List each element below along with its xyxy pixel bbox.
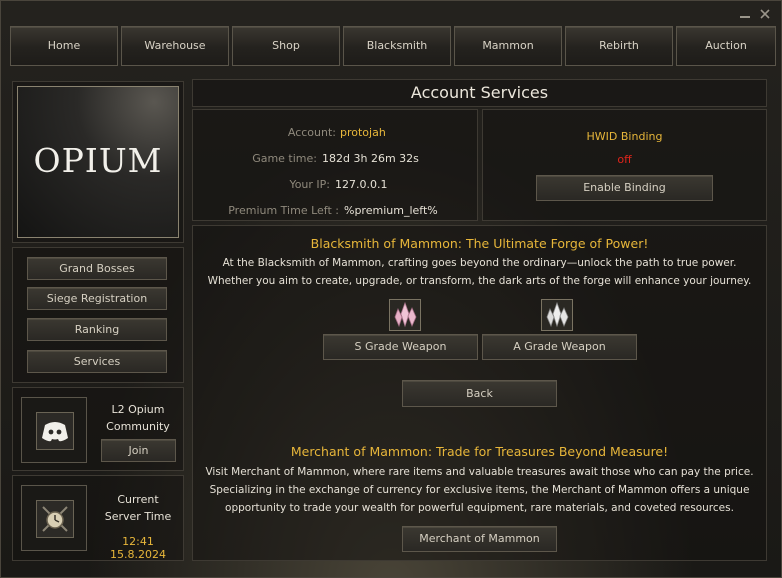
top-nav: Home Warehouse Shop Blacksmith Mammon Re…: [10, 26, 776, 66]
crystal-white-icon: [541, 299, 573, 331]
back-button[interactable]: Back: [402, 380, 557, 407]
community-title: L2 Opium: [111, 403, 165, 416]
account-label: Account:: [287, 126, 336, 139]
server-time-panel: Current Server Time 12:41 15.8.2024: [12, 475, 184, 561]
ranking-button[interactable]: Ranking: [27, 318, 167, 341]
server-time-subtitle: Server Time: [104, 510, 172, 523]
hwid-panel: HWID Binding off Enable Binding: [482, 109, 767, 221]
clock-frame: [21, 485, 87, 551]
hwid-status: off: [617, 153, 632, 166]
hwid-title: HWID Binding: [586, 130, 663, 143]
logo: OPIUM: [17, 86, 179, 238]
account-value: protojah: [340, 126, 386, 139]
server-time-title: Current: [117, 493, 159, 506]
grand-bosses-button[interactable]: Grand Bosses: [27, 257, 167, 280]
nav-blacksmith[interactable]: Blacksmith: [343, 26, 451, 66]
nav-warehouse[interactable]: Warehouse: [121, 26, 229, 66]
discord-frame: [21, 397, 87, 463]
nav-rebirth[interactable]: Rebirth: [565, 26, 673, 66]
premium-value: %premium_left%: [344, 204, 438, 217]
close-icon[interactable]: [758, 7, 772, 21]
nav-shop[interactable]: Shop: [232, 26, 340, 66]
logo-text: OPIUM: [33, 141, 163, 180]
community-subtitle: Community: [106, 420, 170, 433]
join-button[interactable]: Join: [101, 439, 176, 462]
merchant-of-mammon-button[interactable]: Merchant of Mammon: [402, 526, 557, 552]
account-info: Account: protojah Game time: 182d 3h 26m…: [193, 120, 477, 224]
blacksmith-heading: Blacksmith of Mammon: The Ultimate Forge…: [310, 236, 649, 251]
server-time-value: 12:41 15.8.2024: [110, 535, 166, 561]
page-title: Account Services: [410, 83, 549, 102]
account-panel: Account: protojah Game time: 182d 3h 26m…: [192, 109, 478, 221]
game-time-value: 182d 3h 26m 32s: [322, 152, 419, 165]
premium-label: Premium Time Left :: [228, 204, 339, 217]
discord-icon[interactable]: [36, 412, 74, 450]
mammon-panel: Blacksmith of Mammon: The Ultimate Forge…: [192, 225, 767, 561]
merchant-line1: Visit Merchant of Mammon, where rare ite…: [205, 466, 754, 478]
community-panel: L2 Opium Community Join: [12, 387, 184, 471]
merchant-line2: Specializing in the exchange of currency…: [209, 484, 750, 496]
side-menu: Grand Bosses Siege Registration Ranking …: [12, 247, 184, 383]
services-button[interactable]: Services: [27, 350, 167, 373]
ip-value: 127.0.0.1: [335, 178, 388, 191]
clock-icon: [36, 500, 74, 538]
merchant-heading: Merchant of Mammon: Trade for Treasures …: [290, 444, 669, 459]
nav-auction[interactable]: Auction: [676, 26, 776, 66]
blacksmith-line1: At the Blacksmith of Mammon, crafting go…: [222, 257, 737, 269]
a-grade-weapon-button[interactable]: A Grade Weapon: [482, 334, 637, 360]
ip-label: Your IP:: [289, 178, 330, 191]
crystal-pink-icon: [389, 299, 421, 331]
nav-mammon[interactable]: Mammon: [454, 26, 562, 66]
blacksmith-line2: Whether you aim to create, upgrade, or t…: [207, 275, 752, 287]
merchant-line3: opportunity to trade your wealth for pow…: [225, 502, 734, 514]
game-time-label: Game time:: [252, 152, 317, 165]
enable-binding-button[interactable]: Enable Binding: [536, 175, 713, 201]
siege-registration-button[interactable]: Siege Registration: [27, 287, 167, 310]
s-grade-weapon-button[interactable]: S Grade Weapon: [323, 334, 478, 360]
title-bar: Account Services: [192, 79, 767, 107]
main-window: Home Warehouse Shop Blacksmith Mammon Re…: [0, 0, 782, 578]
nav-home[interactable]: Home: [10, 26, 118, 66]
minimize-icon[interactable]: [738, 7, 752, 21]
